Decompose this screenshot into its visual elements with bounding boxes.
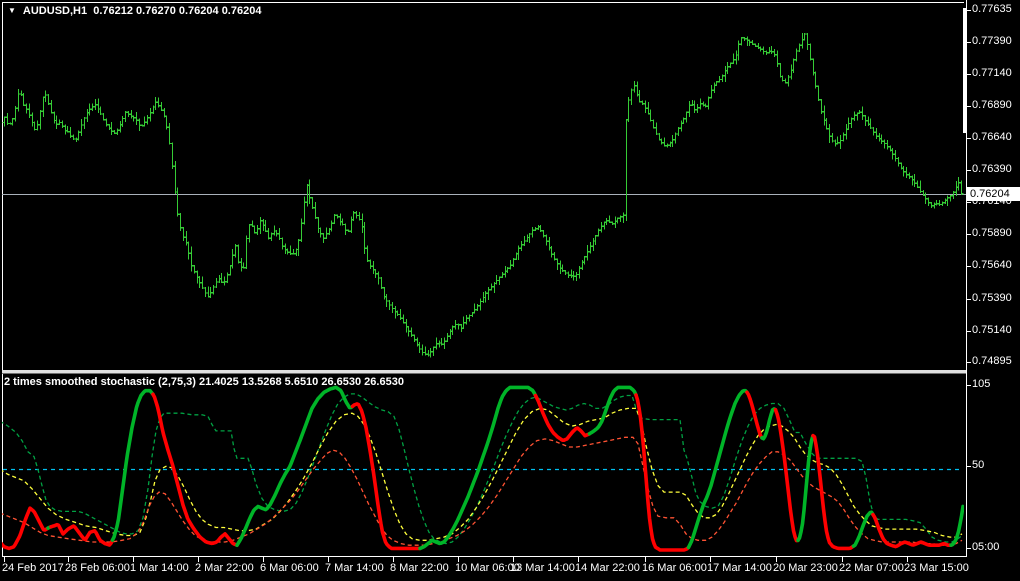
- stoch-main-line: [949, 504, 964, 547]
- price-axis-label: 0.77140: [972, 67, 1012, 79]
- stoch-main-line: [2, 506, 50, 551]
- indicator-axis-label: 50: [972, 459, 985, 471]
- indicator-name: 2 times smoothed stochastic (2,75,3): [4, 376, 196, 388]
- time-axis-label: 28 Feb 06:00: [65, 562, 130, 574]
- price-axis-label: 0.77635: [972, 3, 1012, 15]
- time-axis-label: 23 Mar 15:00: [904, 562, 969, 574]
- time-axis-label: 24 Feb 2017: [2, 562, 64, 574]
- time-axis-label: 6 Mar 06:00: [260, 562, 319, 574]
- stoch-main-line: [760, 407, 778, 441]
- price-axis-label: 0.76390: [972, 163, 1012, 175]
- stoch-main-line: [745, 390, 764, 440]
- price-axis-label: 0.75640: [972, 259, 1012, 271]
- time-axis-label: 16 Mar 06:00: [642, 562, 707, 574]
- price-scale-scrollbar-thumb[interactable]: [963, 8, 967, 133]
- time-axis-label: 13 Mar 14:00: [510, 562, 575, 574]
- price-axis-label: 0.76640: [972, 131, 1012, 143]
- price-axis-label: 0.77390: [972, 35, 1012, 47]
- stoch-main-line: [811, 433, 856, 551]
- time-axis-label: 1 Mar 14:00: [130, 562, 189, 574]
- stochastic-plot: [2, 385, 964, 552]
- ohlc-values: 0.76212 0.76270 0.76204 0.76204: [93, 5, 262, 17]
- stoch-main-line: [587, 385, 638, 436]
- chart-window: ▼ AUDUSD,H1 0.76212 0.76270 0.76204 0.762…: [0, 0, 1020, 581]
- time-axis-label: 14 Mar 22:00: [575, 562, 640, 574]
- indicator-axis-label: 105: [972, 378, 991, 390]
- symbol-dropdown-icon[interactable]: ▼: [8, 6, 16, 15]
- stoch-main-line: [796, 433, 815, 543]
- indicator-values: 21.4025 13.5268 5.6510 26.6530 26.6530: [199, 376, 404, 388]
- stoch-main-line: [350, 402, 422, 551]
- window-border: [2, 0, 967, 557]
- time-axis-label: 22 Mar 07:00: [839, 562, 904, 574]
- stoch-main-line: [49, 522, 115, 547]
- price-axis-label: 0.76890: [972, 99, 1012, 111]
- time-axis-label: 20 Mar 23:00: [773, 562, 838, 574]
- time-axis-label: 7 Mar 14:00: [325, 562, 384, 574]
- stoch-main-line: [533, 393, 592, 442]
- chart-title: ▼ AUDUSD,H1 0.76212 0.76270 0.76204 0.762…: [8, 5, 261, 17]
- chart-canvas[interactable]: [0, 0, 1020, 581]
- corner-time-label: 5:00: [978, 541, 1000, 553]
- price-axis-label: 0.75140: [972, 324, 1012, 336]
- time-axis-label: 8 Mar 22:00: [390, 562, 449, 574]
- stoch-main-line: [110, 388, 155, 542]
- price-axis-label: 0.76140: [972, 195, 1012, 207]
- time-axis-label: 2 Mar 22:00: [195, 562, 254, 574]
- stoch-dashed-yellow-line: [2, 407, 963, 541]
- stoch-main-line: [634, 393, 691, 552]
- price-axis-label: 0.75390: [972, 292, 1012, 304]
- price-axis-label: 0.74895: [972, 355, 1012, 367]
- indicator-title: 2 times smoothed stochastic (2,75,3) 21.…: [4, 376, 404, 388]
- ohlc-bars: [2, 33, 964, 358]
- subwindow-separator[interactable]: [2, 370, 966, 374]
- price-axis-label: 0.75890: [972, 227, 1012, 239]
- time-axis-label: 17 Mar 14:00: [707, 562, 772, 574]
- stoch-main-line: [235, 385, 355, 547]
- symbol-period-label: AUDUSD,H1: [22, 5, 88, 17]
